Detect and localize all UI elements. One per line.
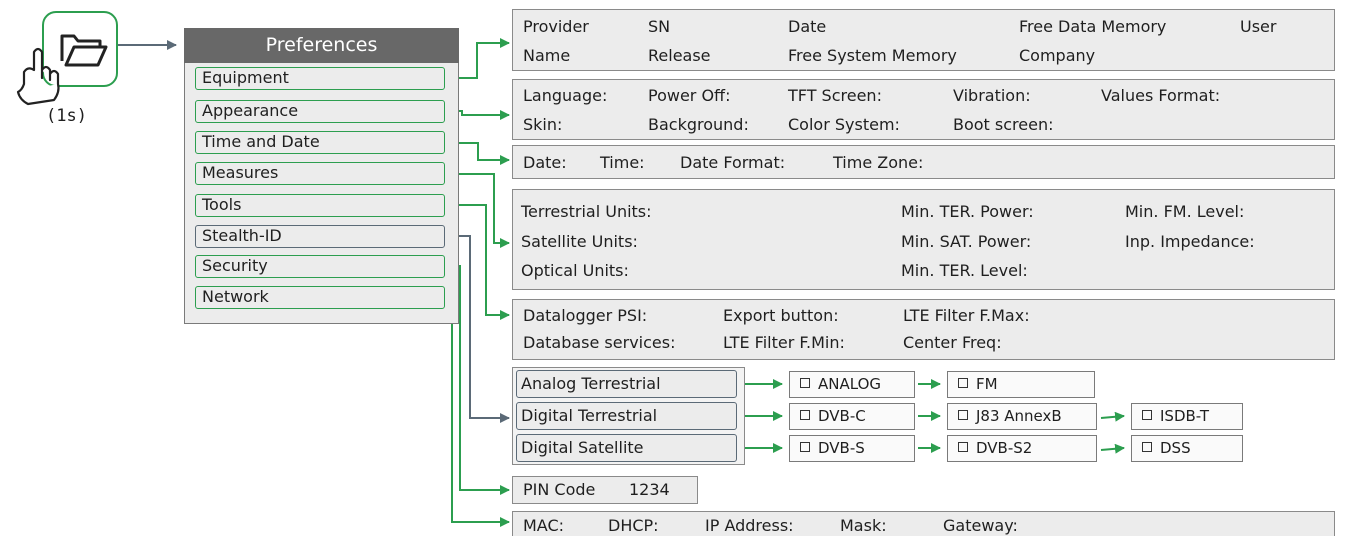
security-box: PIN Code 1234 [512,476,698,504]
equipment-field: Name [523,46,571,65]
checkbox-icon [1142,410,1152,420]
checkbox-icon [1142,442,1152,452]
option-dvb-s[interactable]: DVB-S [789,435,915,462]
option-label: DVB-S [818,439,865,457]
tools-field: Export button: [723,306,839,325]
pin-code-value: 1234 [629,480,670,499]
equipment-field: Free Data Memory [1019,17,1167,36]
time-date-field: Date Format: [680,153,786,172]
appearance-field: Vibration: [953,86,1031,105]
equipment-field: Company [1019,46,1096,65]
checkbox-icon [958,410,968,420]
menu-item-stealth-id[interactable]: Stealth-ID [195,225,445,248]
option-label: FM [976,375,998,393]
menu-item-appearance[interactable]: Appearance [195,100,445,123]
option-analog[interactable]: ANALOG [789,371,915,398]
option-isdb-t[interactable]: ISDB-T [1131,403,1243,430]
tools-field: Datalogger PSI: [523,306,648,325]
measures-field: Inp. Impedance: [1125,232,1255,251]
menu-item-measures[interactable]: Measures [195,162,445,185]
appearance-box: Language: Power Off: TFT Screen: Vibrati… [512,79,1335,140]
equipment-field: SN [648,17,671,36]
menu-item-network[interactable]: Network [195,286,445,309]
measures-field: Min. TER. Power: [901,202,1034,221]
hold-duration-caption: (1s) [46,106,87,126]
equipment-field: Free System Memory [788,46,957,65]
menu-item-equipment[interactable]: Equipment [195,67,445,90]
option-label: DVB-C [818,407,866,425]
network-field: Mask: [840,516,887,535]
equipment-field: Date [788,17,827,36]
tools-field: LTE Filter F.Max: [903,306,1030,325]
option-label: DSS [1160,439,1191,457]
measures-field: Min. SAT. Power: [901,232,1032,251]
equipment-field: Release [648,46,711,65]
measures-field: Satellite Units: [521,232,638,251]
checkbox-icon [800,378,810,388]
option-dvb-s2[interactable]: DVB-S2 [947,435,1097,462]
network-field: DHCP: [608,516,659,535]
measures-field: Min. FM. Level: [1125,202,1245,221]
appearance-field: Skin: [523,115,563,134]
pin-code-label: PIN Code [523,480,596,499]
menu-item-time-date[interactable]: Time and Date [195,131,445,154]
appearance-field: Language: [523,86,608,105]
measures-box: Terrestrial Units: Satellite Units: Opti… [512,189,1335,290]
measures-field: Min. TER. Level: [901,261,1028,280]
appearance-field: Boot screen: [953,115,1054,134]
option-label: DVB-S2 [976,439,1033,457]
network-box: MAC: DHCP: IP Address: Mask: Gateway: [512,511,1335,536]
network-field: MAC: [523,516,565,535]
option-label: J83 AnnexB [976,407,1062,425]
measures-field: Optical Units: [521,261,629,280]
tools-field: Center Freq: [903,333,1002,352]
equipment-field: User [1240,17,1277,36]
appearance-field: Values Format: [1101,86,1221,105]
option-j83-annexb[interactable]: J83 AnnexB [947,403,1097,430]
time-date-box: Date: Time: Date Format: Time Zone: [512,145,1335,179]
option-dvb-c[interactable]: DVB-C [789,403,915,430]
stealth-digital-terrestrial[interactable]: Digital Terrestrial [516,402,737,430]
checkbox-icon [958,378,968,388]
time-date-field: Time: [600,153,645,172]
tools-field: Database services: [523,333,676,352]
checkbox-icon [958,442,968,452]
equipment-box: Provider SN Date Free Data Memory User N… [512,9,1335,71]
network-field: IP Address: [705,516,794,535]
tools-box: Datalogger PSI: Export button: LTE Filte… [512,299,1335,360]
stealth-digital-satellite[interactable]: Digital Satellite [516,434,737,462]
menu-item-security[interactable]: Security [195,255,445,278]
network-field: Gateway: [943,516,1018,535]
stealth-analog-terrestrial[interactable]: Analog Terrestrial [516,370,737,398]
appearance-field: Color System: [788,115,900,134]
equipment-field: Provider [523,17,589,36]
appearance-field: Power Off: [648,86,731,105]
connector-network [445,296,510,527]
appearance-field: TFT Screen: [788,86,882,105]
preferences-title: Preferences [184,28,459,63]
time-date-field: Time Zone: [833,153,924,172]
option-label: ANALOG [818,375,881,393]
option-dss[interactable]: DSS [1131,435,1243,462]
appearance-field: Background: [648,115,749,134]
measures-field: Terrestrial Units: [521,202,652,221]
menu-item-tools[interactable]: Tools [195,194,445,217]
checkbox-icon [800,410,810,420]
option-fm[interactable]: FM [947,371,1095,398]
checkbox-icon [800,442,810,452]
option-label: ISDB-T [1160,407,1209,425]
time-date-field: Date: [523,153,567,172]
tools-field: LTE Filter F.Min: [723,333,845,352]
hand-tap-icon [16,47,60,106]
